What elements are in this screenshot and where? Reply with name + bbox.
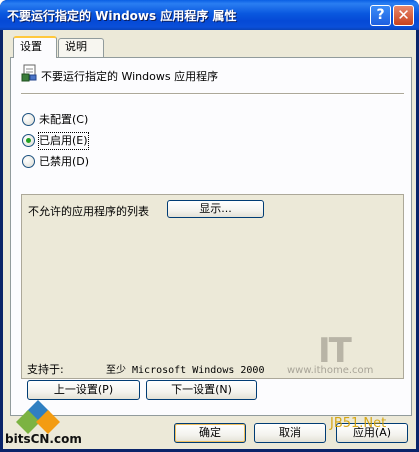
window-title: 不要运行指定的 Windows 应用程序 属性 <box>7 9 237 23</box>
ithome-url-watermark: www.ithome.com <box>287 365 374 376</box>
ok-button[interactable]: 确定 <box>174 423 246 443</box>
radio-label[interactable]: 已启用(E) <box>38 132 89 150</box>
supported-on-value: 至少 Microsoft Windows 2000 <box>106 365 265 376</box>
show-button[interactable]: 显示... <box>167 200 264 218</box>
radio-label[interactable]: 未配置(C) <box>39 112 88 128</box>
bitscn-text-watermark: bitsCN.com <box>5 432 82 446</box>
help-button[interactable]: ? <box>370 5 391 26</box>
divider <box>21 93 404 95</box>
close-button[interactable]: ✕ <box>393 5 414 26</box>
title-bar[interactable]: 不要运行指定的 Windows 应用程序 属性 ? ✕ <box>0 0 419 30</box>
jb51-watermark: JB51.Net <box>330 416 387 431</box>
tab-explain[interactable]: 说明 <box>58 38 104 57</box>
tab-settings[interactable]: 设置 <box>13 36 57 58</box>
radio-label[interactable]: 已禁用(D) <box>39 154 89 170</box>
radio-button[interactable] <box>22 113 35 126</box>
dialog-client: 设置 说明 不要运行指定的 Windows 应用程序 未配置(C) 已启用(E) <box>3 30 416 449</box>
radio-button[interactable] <box>22 155 35 168</box>
policy-name: 不要运行指定的 Windows 应用程序 <box>41 70 219 83</box>
next-setting-button[interactable]: 下一设置(N) <box>146 380 257 400</box>
disallowed-list-label: 不允许的应用程序的列表 <box>28 205 149 218</box>
policy-icon <box>21 64 37 82</box>
dialog-window: 不要运行指定的 Windows 应用程序 属性 ? ✕ 设置 说明 不要运行指定… <box>0 0 419 452</box>
supported-on-label: 支持于: <box>27 363 64 376</box>
radio-button[interactable] <box>22 134 35 147</box>
cancel-button[interactable]: 取消 <box>254 423 326 443</box>
